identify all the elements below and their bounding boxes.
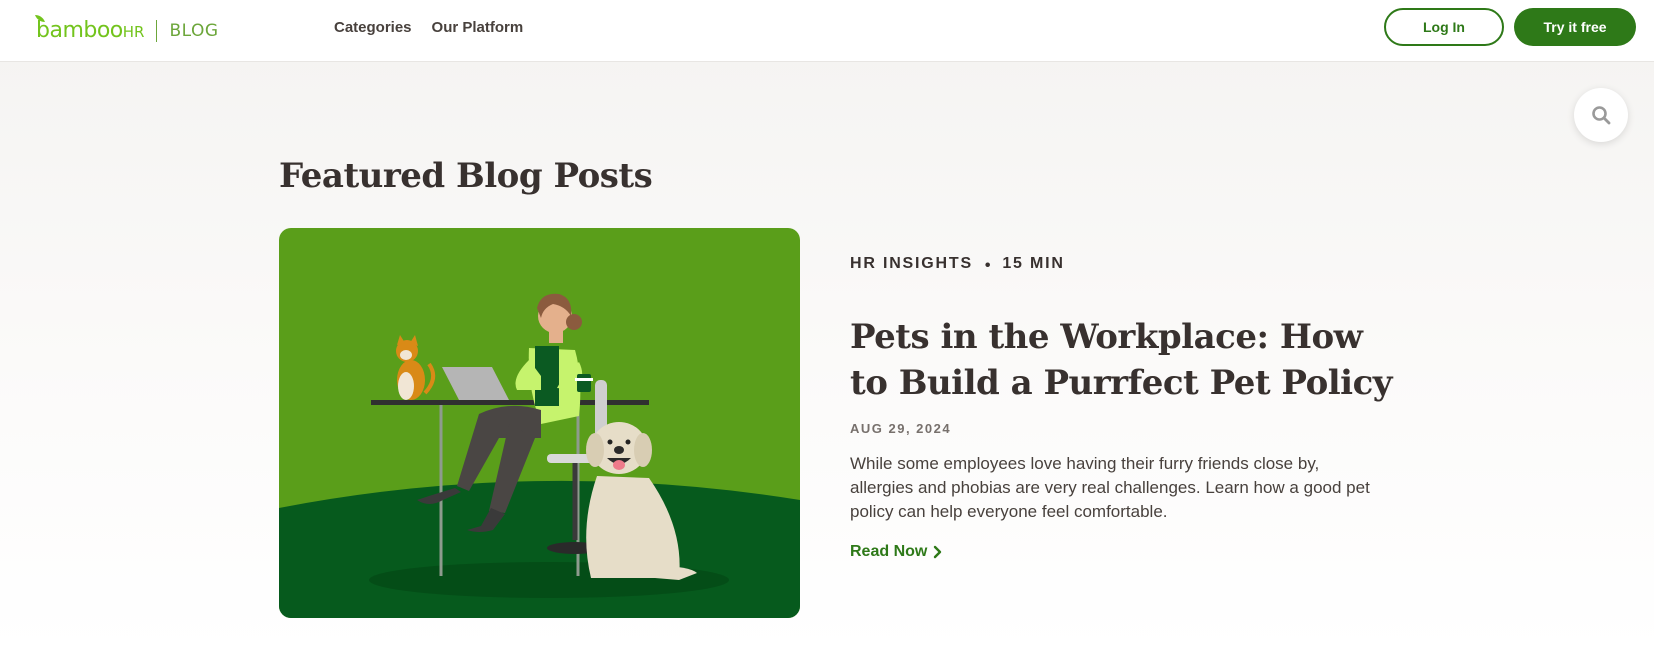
read-now-label: Read Now [850,543,928,560]
login-button[interactable]: Log In [1384,8,1504,46]
search-button[interactable] [1574,88,1628,142]
woman-with-pets-illustration [279,228,800,618]
post-category[interactable]: HR INSIGHTS [850,255,973,273]
meta-separator: • [984,257,993,274]
search-icon [1592,106,1611,125]
try-it-free-button[interactable]: Try it free [1514,8,1636,46]
featured-post-image[interactable] [279,228,800,618]
main-nav: Categories Our Platform [334,19,523,36]
logo-section-label: BLOG [169,21,219,41]
logo-wordmark: bambooHR [36,17,145,43]
post-read-time: 15 MIN [1002,255,1065,272]
post-date: AUG 29, 2024 [850,421,952,436]
nav-categories[interactable]: Categories [334,19,412,36]
chevron-right-icon [934,545,942,559]
logo-divider [156,20,158,42]
post-meta: HR INSIGHTS • 15 MIN [850,255,1065,274]
site-header: bambooHR BLOG Categories Our Platform Lo… [0,0,1654,62]
post-excerpt: While some employees love having their f… [850,454,1370,521]
bamboohr-blog-logo[interactable]: bambooHR BLOG [34,14,219,44]
post-title[interactable]: Pets in the Workplace: How to Build a Pu… [850,314,1410,406]
nav-our-platform[interactable]: Our Platform [432,19,524,36]
read-now-link[interactable]: Read Now [850,543,943,561]
section-title: Featured Blog Posts [279,156,653,196]
